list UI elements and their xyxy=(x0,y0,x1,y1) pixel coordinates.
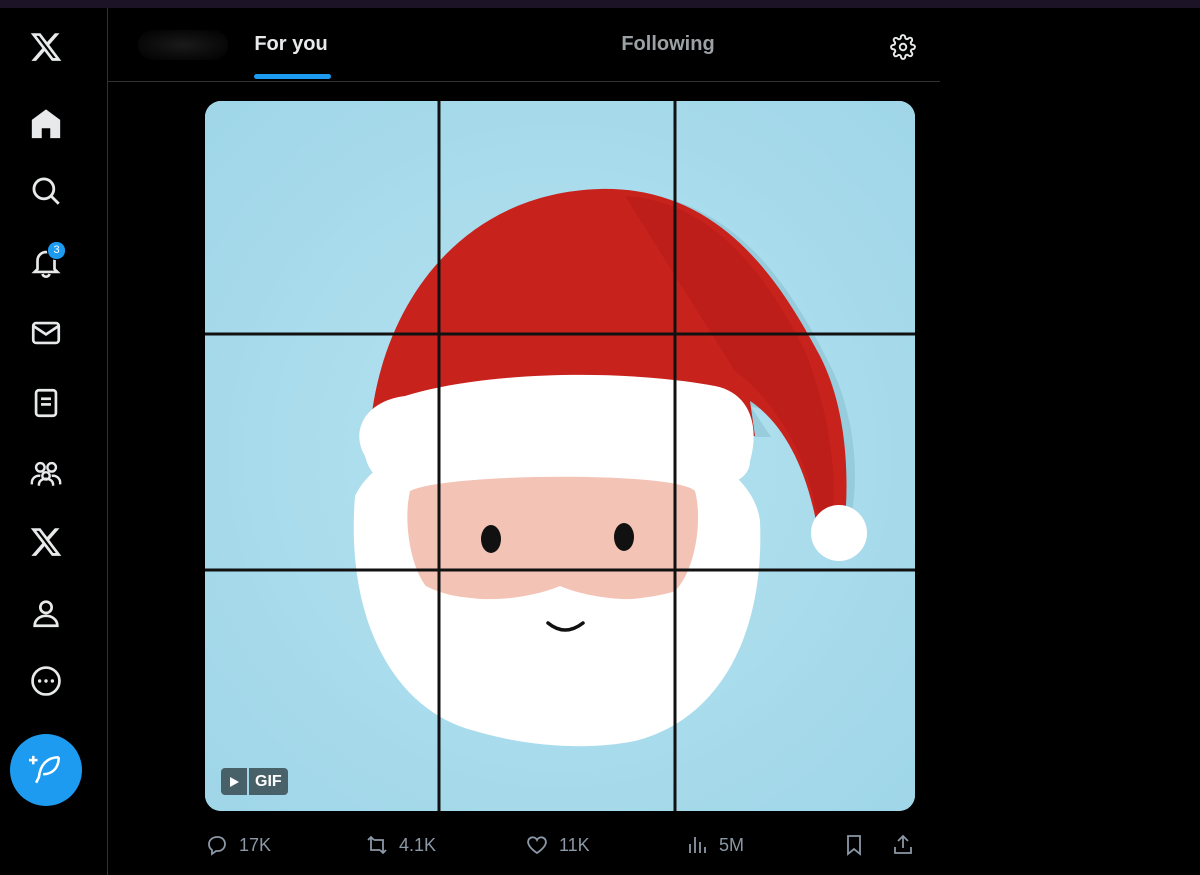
active-tab-indicator xyxy=(254,74,331,79)
premium-x-icon[interactable] xyxy=(21,517,71,567)
notification-badge: 3 xyxy=(47,241,66,260)
like-count: 11K xyxy=(559,834,590,855)
notifications-icon[interactable]: 3 xyxy=(21,237,71,287)
gif-label: GIF xyxy=(249,768,288,795)
timeline-tabbar: For you Following xyxy=(108,8,940,82)
views-chart-icon xyxy=(689,837,706,853)
main-timeline: For you Following GIF 17K 4.1K 11K 5M xyxy=(107,8,941,875)
share-icon xyxy=(894,834,912,854)
play-icon[interactable] xyxy=(221,768,247,795)
home-icon[interactable] xyxy=(21,99,71,149)
bookmark-button[interactable] xyxy=(842,828,866,862)
settings-gear-icon[interactable] xyxy=(886,30,920,64)
reply-count: 17K xyxy=(239,834,272,855)
repost-icon xyxy=(367,835,387,855)
messages-icon[interactable] xyxy=(21,308,71,358)
compose-feather-icon xyxy=(29,755,61,784)
heart-icon xyxy=(527,836,547,855)
post-action-bar: 17K 4.1K 11K 5M xyxy=(205,828,920,862)
reply-icon xyxy=(208,836,226,856)
views-count: 5M xyxy=(719,834,745,855)
gif-badge: GIF xyxy=(221,768,288,795)
window-top-strip xyxy=(0,0,1200,8)
sidebar: 3 xyxy=(0,8,107,875)
repost-count: 4.1K xyxy=(399,834,437,855)
post-media-gif[interactable]: GIF xyxy=(205,101,915,811)
profile-icon[interactable] xyxy=(21,588,71,638)
right-column xyxy=(940,8,1200,875)
search-icon[interactable] xyxy=(21,166,71,216)
reply-button[interactable]: 17K xyxy=(205,828,271,862)
more-icon[interactable] xyxy=(21,656,71,706)
bookmark-icon xyxy=(847,835,861,856)
x-logo-icon[interactable] xyxy=(21,22,71,72)
tab-following[interactable]: Following xyxy=(488,8,848,81)
communities-icon[interactable] xyxy=(21,448,71,498)
compose-button[interactable] xyxy=(10,734,82,806)
tab-for-you[interactable]: For you xyxy=(111,8,471,81)
repost-button[interactable]: 4.1K xyxy=(365,828,436,862)
views-button[interactable]: 5M xyxy=(685,828,744,862)
share-button[interactable] xyxy=(891,828,915,862)
lists-icon[interactable] xyxy=(21,378,71,428)
santa-puzzle-image xyxy=(205,101,915,811)
like-button[interactable]: 11K xyxy=(525,828,590,862)
